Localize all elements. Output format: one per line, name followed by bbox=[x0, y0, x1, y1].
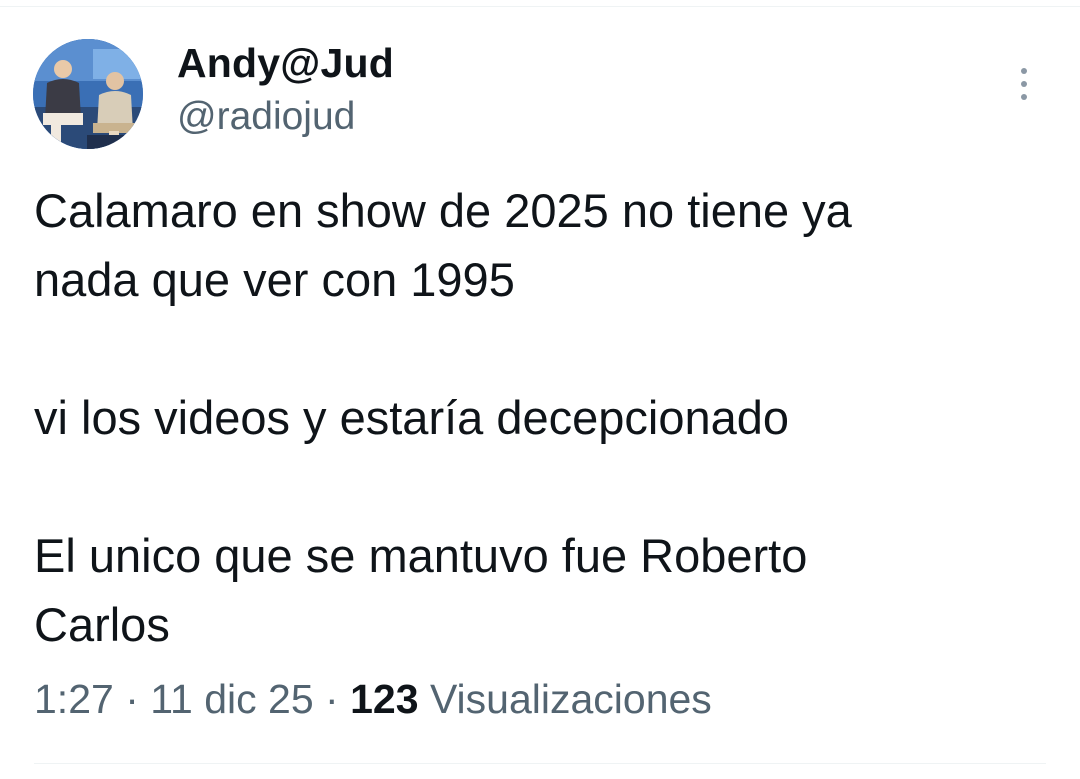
tweet-date[interactable]: 11 dic 25 bbox=[150, 676, 313, 722]
author-handle[interactable]: @radiojud bbox=[177, 95, 355, 139]
tweet-text-line: nada que ver con 1995 bbox=[34, 253, 515, 306]
top-divider bbox=[0, 6, 1080, 7]
tweet-meta: 1:27 · 11 dic 25 · 123 Visualizaciones bbox=[34, 676, 712, 723]
meta-separator: · bbox=[325, 676, 339, 722]
bottom-divider bbox=[34, 763, 1046, 764]
tweet-text: Calamaro en show de 2025 no tiene ya nad… bbox=[34, 176, 1044, 659]
tweet-detail: Andy@Jud @radiojud Calamaro en show de 2… bbox=[0, 0, 1080, 779]
tweet-text-line: El unico que se mantuvo fue Roberto bbox=[34, 529, 808, 582]
avatar-photo bbox=[33, 39, 143, 149]
views-count[interactable]: 123 bbox=[350, 676, 418, 722]
meta-separator: · bbox=[125, 676, 139, 722]
tweet-time[interactable]: 1:27 bbox=[34, 676, 114, 722]
more-vertical-icon-dot-2 bbox=[1021, 81, 1027, 87]
more-vertical-icon bbox=[1021, 68, 1027, 74]
views-label[interactable]: Visualizaciones bbox=[430, 676, 712, 722]
tweet-text-line: Calamaro en show de 2025 no tiene ya bbox=[34, 184, 852, 237]
more-options-button[interactable] bbox=[1000, 56, 1048, 112]
tweet-text-line: vi los videos y estaría decepcionado bbox=[34, 391, 790, 444]
tweet-text-line: Carlos bbox=[34, 598, 170, 651]
author-display-name[interactable]: Andy@Jud bbox=[177, 40, 394, 87]
more-vertical-icon-dot-3 bbox=[1021, 94, 1027, 100]
avatar[interactable] bbox=[33, 39, 143, 149]
